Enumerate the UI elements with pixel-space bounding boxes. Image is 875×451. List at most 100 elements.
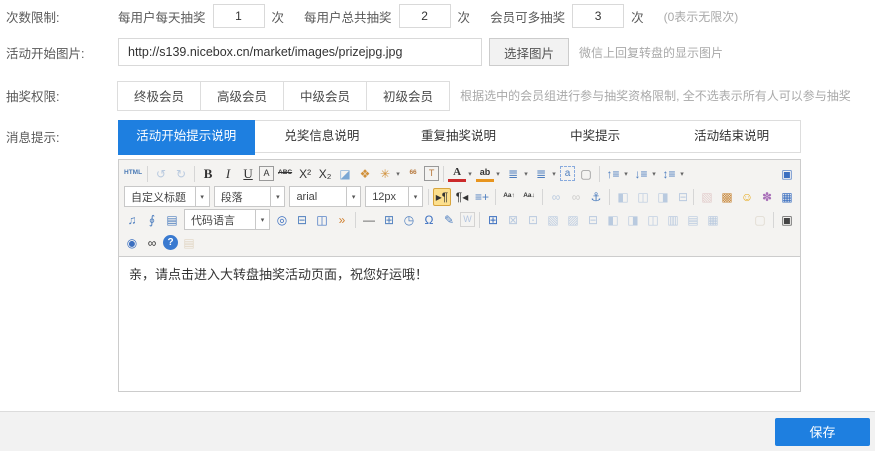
link-icon[interactable]: ∞ — [547, 188, 565, 206]
new-document-icon[interactable]: ▢ — [577, 165, 595, 183]
superscript-icon[interactable]: X² — [296, 165, 314, 183]
paste-text-icon[interactable]: T — [424, 166, 439, 181]
quick-typeset-icon[interactable]: » — [333, 211, 351, 229]
dropdown-arrow-icon[interactable]: ▾ — [494, 170, 502, 178]
page-props-icon[interactable]: ▢ — [751, 211, 769, 229]
message-tab[interactable]: 活动结束说明 — [663, 121, 800, 152]
heading-style-select[interactable]: 自定义标题▾ — [124, 186, 210, 207]
find-replace-icon[interactable]: ∞ — [143, 234, 161, 252]
table-delete-col-icon[interactable]: ◫ — [644, 211, 662, 229]
table-insert-row-below-icon[interactable]: ▨ — [564, 211, 582, 229]
ordered-list-icon[interactable]: ≣▾ — [504, 165, 530, 183]
insert-image-icon[interactable]: ▩ — [718, 188, 736, 206]
image-align-left-icon[interactable]: ◧ — [614, 188, 632, 206]
member-group-button[interactable]: 高级会员 — [200, 81, 284, 111]
member-group-button[interactable]: 终极会员 — [117, 81, 201, 111]
dropdown-arrow-icon[interactable]: ▾ — [408, 187, 422, 206]
member-group-button[interactable]: 中级会员 — [283, 81, 367, 111]
clipboard-icon[interactable]: ▤ — [180, 234, 198, 252]
bold-icon[interactable]: B — [199, 165, 217, 183]
rtl-paragraph-icon[interactable]: ¶◂ — [453, 188, 471, 206]
insert-video-icon[interactable]: ▦ — [778, 188, 796, 206]
attachment-icon[interactable]: ∮ — [143, 211, 161, 229]
editor-content[interactable]: 亲，请点击进入大转盘抽奖活动页面，祝您好运哦！ — [119, 257, 800, 391]
underline-icon[interactable]: U — [239, 165, 257, 183]
insert-note-icon[interactable]: ✎ — [440, 211, 458, 229]
unordered-list-icon[interactable]: ≣▾ — [532, 165, 558, 183]
html-source-icon[interactable]: HTML — [123, 165, 143, 183]
font-color-icon[interactable]: A▾ — [448, 166, 474, 182]
dropdown-arrow-icon[interactable]: ▾ — [522, 170, 530, 178]
table-cell-props-icon[interactable]: ⊡ — [524, 211, 542, 229]
table-split-row-icon[interactable]: ▤ — [684, 211, 702, 229]
dropdown-arrow-icon[interactable]: ▾ — [550, 170, 558, 178]
line-height-icon[interactable]: ↕≡▾ — [660, 165, 686, 183]
clear-format-icon[interactable]: ❖ — [356, 165, 374, 183]
insert-code-icon[interactable]: ◎ — [273, 211, 291, 229]
dropdown-arrow-icon[interactable]: ▾ — [678, 170, 686, 178]
message-tab[interactable]: 中奖提示 — [527, 121, 664, 152]
dropdown-arrow-icon[interactable]: ▾ — [195, 187, 209, 206]
font-family-select[interactable]: arial▾ — [289, 186, 361, 207]
strikethrough-icon[interactable]: ABC — [276, 165, 294, 183]
image-url-input[interactable] — [118, 38, 482, 66]
message-tab[interactable]: 兑奖信息说明 — [254, 121, 391, 152]
table-insert-row-above-icon[interactable]: ▧ — [544, 211, 562, 229]
undo-icon[interactable]: ↺ — [152, 165, 170, 183]
dropdown-arrow-icon[interactable]: ▾ — [255, 210, 269, 229]
image-placeholder-icon[interactable]: ▧ — [698, 188, 716, 206]
insert-music-icon[interactable]: ♫ — [123, 211, 141, 229]
help-icon[interactable]: ? — [163, 235, 178, 250]
clock-icon[interactable]: ◷ — [400, 211, 418, 229]
font-style-icon[interactable]: A — [259, 166, 274, 181]
unlink-icon[interactable]: ∞ — [567, 188, 585, 206]
insert-table-icon[interactable]: ⊞ — [484, 211, 502, 229]
paragraph-top-spacing-icon[interactable]: ↑≡▾ — [604, 165, 630, 183]
table-split-col-icon[interactable]: ▦ — [704, 211, 722, 229]
dropdown-arrow-icon[interactable]: ▾ — [346, 187, 360, 206]
image-block-icon[interactable]: ⊟ — [674, 188, 692, 206]
table-delete-icon[interactable]: ⊠ — [504, 211, 522, 229]
table-insert-col-right-icon[interactable]: ◨ — [624, 211, 642, 229]
limit-count-input[interactable] — [399, 4, 451, 28]
subscript-icon[interactable]: X₂ — [316, 165, 334, 183]
table-delete-row-icon[interactable]: ⊟ — [584, 211, 602, 229]
paragraph-format-select[interactable]: 段落▾ — [214, 186, 286, 207]
highlight-color-icon[interactable]: ab▾ — [476, 166, 502, 182]
indent-icon[interactable]: ≡+ — [473, 188, 491, 206]
special-char-icon[interactable]: Ω — [420, 211, 438, 229]
multi-column-icon[interactable]: ◫ — [313, 211, 331, 229]
choose-image-button[interactable]: 选择图片 — [489, 38, 569, 66]
quick-format-icon[interactable]: ✳▾ — [376, 165, 402, 183]
font-size-select[interactable]: 12px▾ — [365, 186, 423, 207]
limit-count-input[interactable] — [572, 4, 624, 28]
dropdown-arrow-icon[interactable]: ▾ — [270, 187, 284, 206]
print-icon[interactable]: ▣ — [778, 211, 796, 229]
limit-count-input[interactable] — [213, 4, 265, 28]
blockquote-icon[interactable]: 66 — [404, 165, 422, 183]
dropdown-arrow-icon[interactable]: ▾ — [650, 170, 658, 178]
page-break-icon[interactable]: ⊟ — [293, 211, 311, 229]
ltr-paragraph-icon[interactable]: ▸¶ — [433, 188, 451, 206]
save-button[interactable]: 保存 — [775, 418, 870, 446]
fullscreen-icon[interactable]: ▣ — [778, 165, 796, 183]
to-uppercase-icon[interactable]: Aa↑ — [500, 188, 518, 206]
paragraph-bottom-spacing-icon[interactable]: ↓≡▾ — [632, 165, 658, 183]
horizontal-rule-icon[interactable]: — — [360, 211, 378, 229]
calendar-icon[interactable]: ⊞ — [380, 211, 398, 229]
redo-icon[interactable]: ↻ — [172, 165, 190, 183]
anchor-icon[interactable]: ⚓ — [587, 188, 605, 206]
message-tab[interactable]: 活动开始提示说明 — [118, 120, 255, 155]
dropdown-arrow-icon[interactable]: ▾ — [394, 170, 402, 178]
palette-icon[interactable]: ✽ — [758, 188, 776, 206]
dropdown-arrow-icon[interactable]: ▾ — [466, 170, 474, 178]
dropdown-arrow-icon[interactable]: ▾ — [622, 170, 630, 178]
anchor-tag-icon[interactable]: a — [560, 166, 575, 181]
emoticon-icon[interactable]: ☺ — [738, 188, 756, 206]
preview-icon[interactable]: ◉ — [123, 234, 141, 252]
image-align-right-icon[interactable]: ◨ — [654, 188, 672, 206]
insert-file-icon[interactable]: ▤ — [163, 211, 181, 229]
table-merge-cells-icon[interactable]: ▥ — [664, 211, 682, 229]
word-paste-icon[interactable]: W — [460, 212, 475, 227]
member-group-button[interactable]: 初级会员 — [366, 81, 450, 111]
